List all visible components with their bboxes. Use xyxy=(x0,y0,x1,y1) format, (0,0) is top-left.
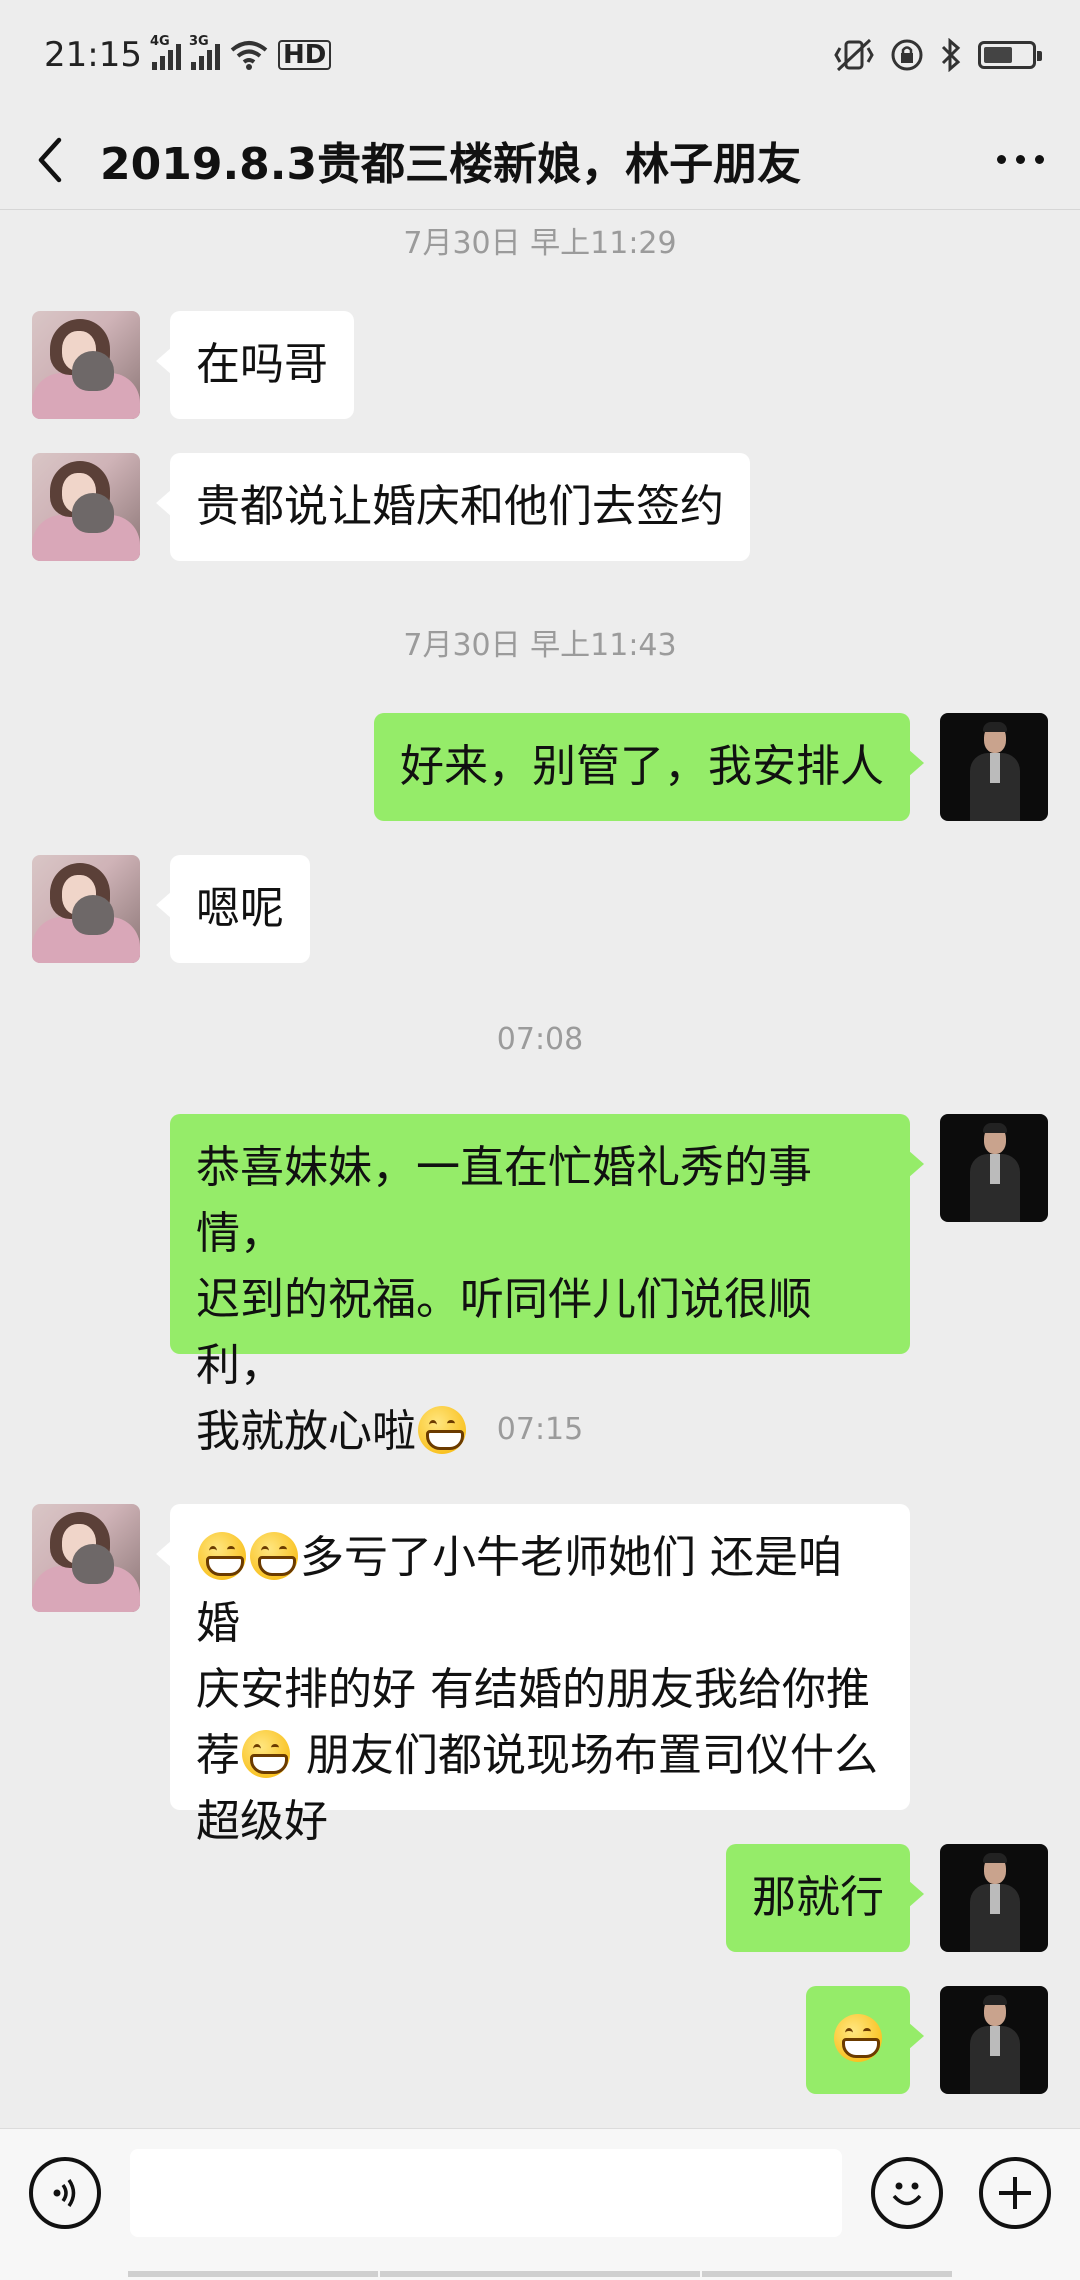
message-line: 荐 朋友们都说现场布置司仪什么 xyxy=(196,1730,878,1781)
message-bubble-incoming[interactable]: 贵都说让婚庆和他们去签约 xyxy=(156,453,750,561)
nav-hint xyxy=(702,2271,952,2277)
message-input[interactable] xyxy=(130,2149,842,2237)
battery-icon xyxy=(978,41,1042,69)
timestamp: 7月30日 早上11:29 xyxy=(403,226,677,261)
my-avatar[interactable] xyxy=(940,1114,1048,1222)
nav-hint xyxy=(128,2271,378,2277)
message-bubble-outgoing[interactable]: 好来，别管了，我安排人 xyxy=(374,713,924,821)
contact-avatar[interactable] xyxy=(32,311,140,419)
message-line: 庆安排的好 有结婚的朋友我给你推 xyxy=(196,1664,870,1715)
message-line: 恭喜妹妹，一直在忙婚礼秀的事情， xyxy=(196,1142,812,1259)
chat-title: 2019.8.3贵都三楼新娘，林子朋友 xyxy=(100,138,802,190)
message-bubble-incoming[interactable]: 多亏了小牛老师她们 还是咱婚 庆安排的好 有结婚的朋友我给你推 荐 朋友们都说现… xyxy=(156,1504,910,1847)
hd-icon: HD xyxy=(277,40,332,70)
status-bar: 21:15 4G 3G HD xyxy=(0,0,1080,110)
message-line: 多亏了小牛老师她们 还是咱婚 xyxy=(196,1532,842,1649)
message-bubble-incoming[interactable]: 嗯呢 xyxy=(156,855,310,963)
message-line: 迟到的祝福。听同伴儿们说很顺利， xyxy=(196,1274,812,1391)
grinning-emoji xyxy=(250,1532,298,1580)
status-right xyxy=(834,38,1042,72)
plus-icon xyxy=(999,2177,1031,2209)
more-dots-icon xyxy=(996,155,1006,164)
my-avatar[interactable] xyxy=(940,1986,1048,2094)
back-button[interactable] xyxy=(0,110,100,210)
contact-avatar[interactable] xyxy=(32,453,140,561)
chat-header: 2019.8.3贵都三楼新娘，林子朋友 xyxy=(0,110,1080,210)
grinning-emoji xyxy=(198,1532,246,1580)
voice-icon xyxy=(53,2179,76,2207)
message-bubble-incoming[interactable]: 在吗哥 xyxy=(156,311,354,419)
status-left: 21:15 4G 3G HD xyxy=(44,34,332,75)
message-bubble-outgoing[interactable] xyxy=(806,1986,924,2094)
timestamp: 7月30日 早上11:43 xyxy=(403,628,677,663)
more-button[interactable] xyxy=(960,110,1080,210)
vibrate-icon xyxy=(834,38,874,72)
message-bubble-outgoing[interactable]: 那就行 xyxy=(726,1844,924,1952)
voice-button[interactable] xyxy=(29,2157,101,2229)
grinning-emoji xyxy=(242,1730,290,1778)
emoji-icon xyxy=(892,2182,922,2206)
contact-avatar[interactable] xyxy=(32,1504,140,1612)
wifi-icon xyxy=(230,41,268,70)
signal-4g-icon: 4G xyxy=(150,34,181,70)
nav-hint xyxy=(380,2271,700,2277)
my-avatar[interactable] xyxy=(940,1844,1048,1952)
timestamp: 07:15 xyxy=(496,1412,584,1447)
my-avatar[interactable] xyxy=(940,713,1048,821)
chevron-left-icon xyxy=(38,137,62,182)
grinning-emoji xyxy=(834,2014,882,2062)
input-bar xyxy=(0,2128,1080,2280)
contact-avatar[interactable] xyxy=(32,855,140,963)
signal-3g-icon: 3G xyxy=(189,34,220,70)
emoji-button[interactable] xyxy=(871,2157,943,2229)
status-time: 21:15 xyxy=(44,35,142,75)
message-bubble-outgoing[interactable]: 恭喜妹妹，一直在忙婚礼秀的事情， 迟到的祝福。听同伴儿们说很顺利， 我就放心啦 xyxy=(170,1114,924,1457)
bluetooth-icon xyxy=(941,38,961,72)
lock-rotation-icon xyxy=(891,39,923,71)
plus-button[interactable] xyxy=(979,2157,1051,2229)
timestamp: 07:08 xyxy=(496,1022,584,1057)
